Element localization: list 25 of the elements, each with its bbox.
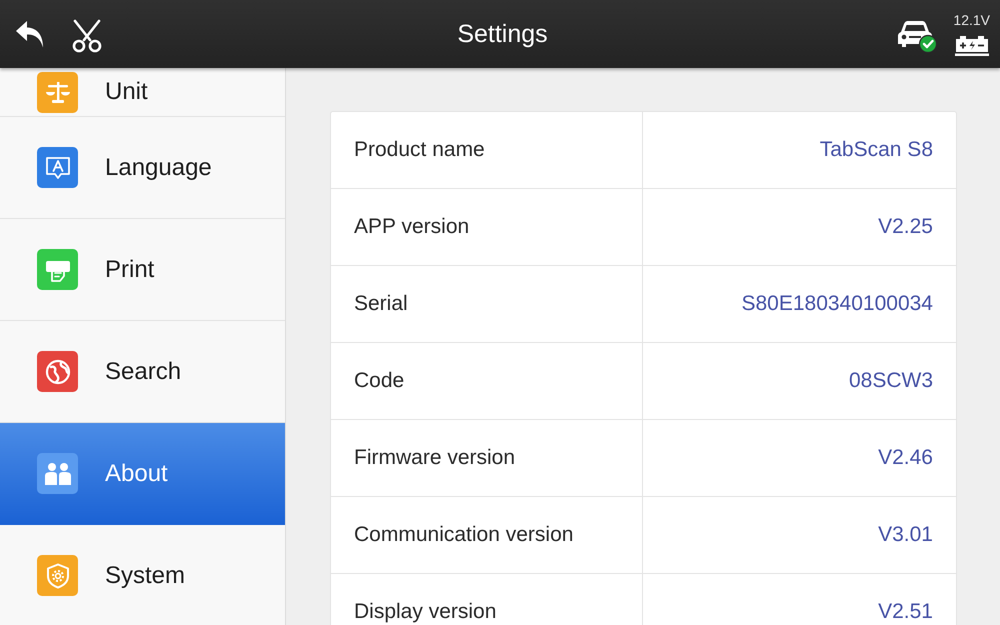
sidebar-item[interactable]: Unit xyxy=(0,68,285,117)
info-label: APP version xyxy=(354,215,470,239)
window-title: Settings xyxy=(457,20,548,48)
car-check-icon xyxy=(895,19,938,53)
back-icon[interactable] xyxy=(15,20,45,50)
info-label: Code xyxy=(354,369,404,393)
info-value: V2.51 xyxy=(878,600,933,624)
info-label: Firmware version xyxy=(354,446,516,470)
info-label: Product name xyxy=(354,138,485,162)
info-label: Display version xyxy=(354,600,496,624)
voltage-reading: 12.1V xyxy=(953,12,990,28)
info-value: V2.46 xyxy=(878,446,933,470)
info-value: V2.25 xyxy=(878,215,933,239)
sidebar-item[interactable]: System xyxy=(0,525,285,625)
info-value: S80E180340100034 xyxy=(741,292,933,316)
info-value: TabScan S8 xyxy=(820,138,933,162)
info-value: V3.01 xyxy=(878,523,933,547)
info-label: Serial xyxy=(354,292,408,316)
sidebar-item[interactable]: Language xyxy=(0,117,285,219)
info-value: 08SCW3 xyxy=(848,369,933,393)
info-label: Communication version xyxy=(354,523,574,547)
sidebar-item[interactable]: Print xyxy=(0,219,285,321)
scissors-icon[interactable] xyxy=(70,19,104,53)
sidebar-item[interactable]: About xyxy=(0,423,285,525)
battery-icon xyxy=(954,35,989,56)
